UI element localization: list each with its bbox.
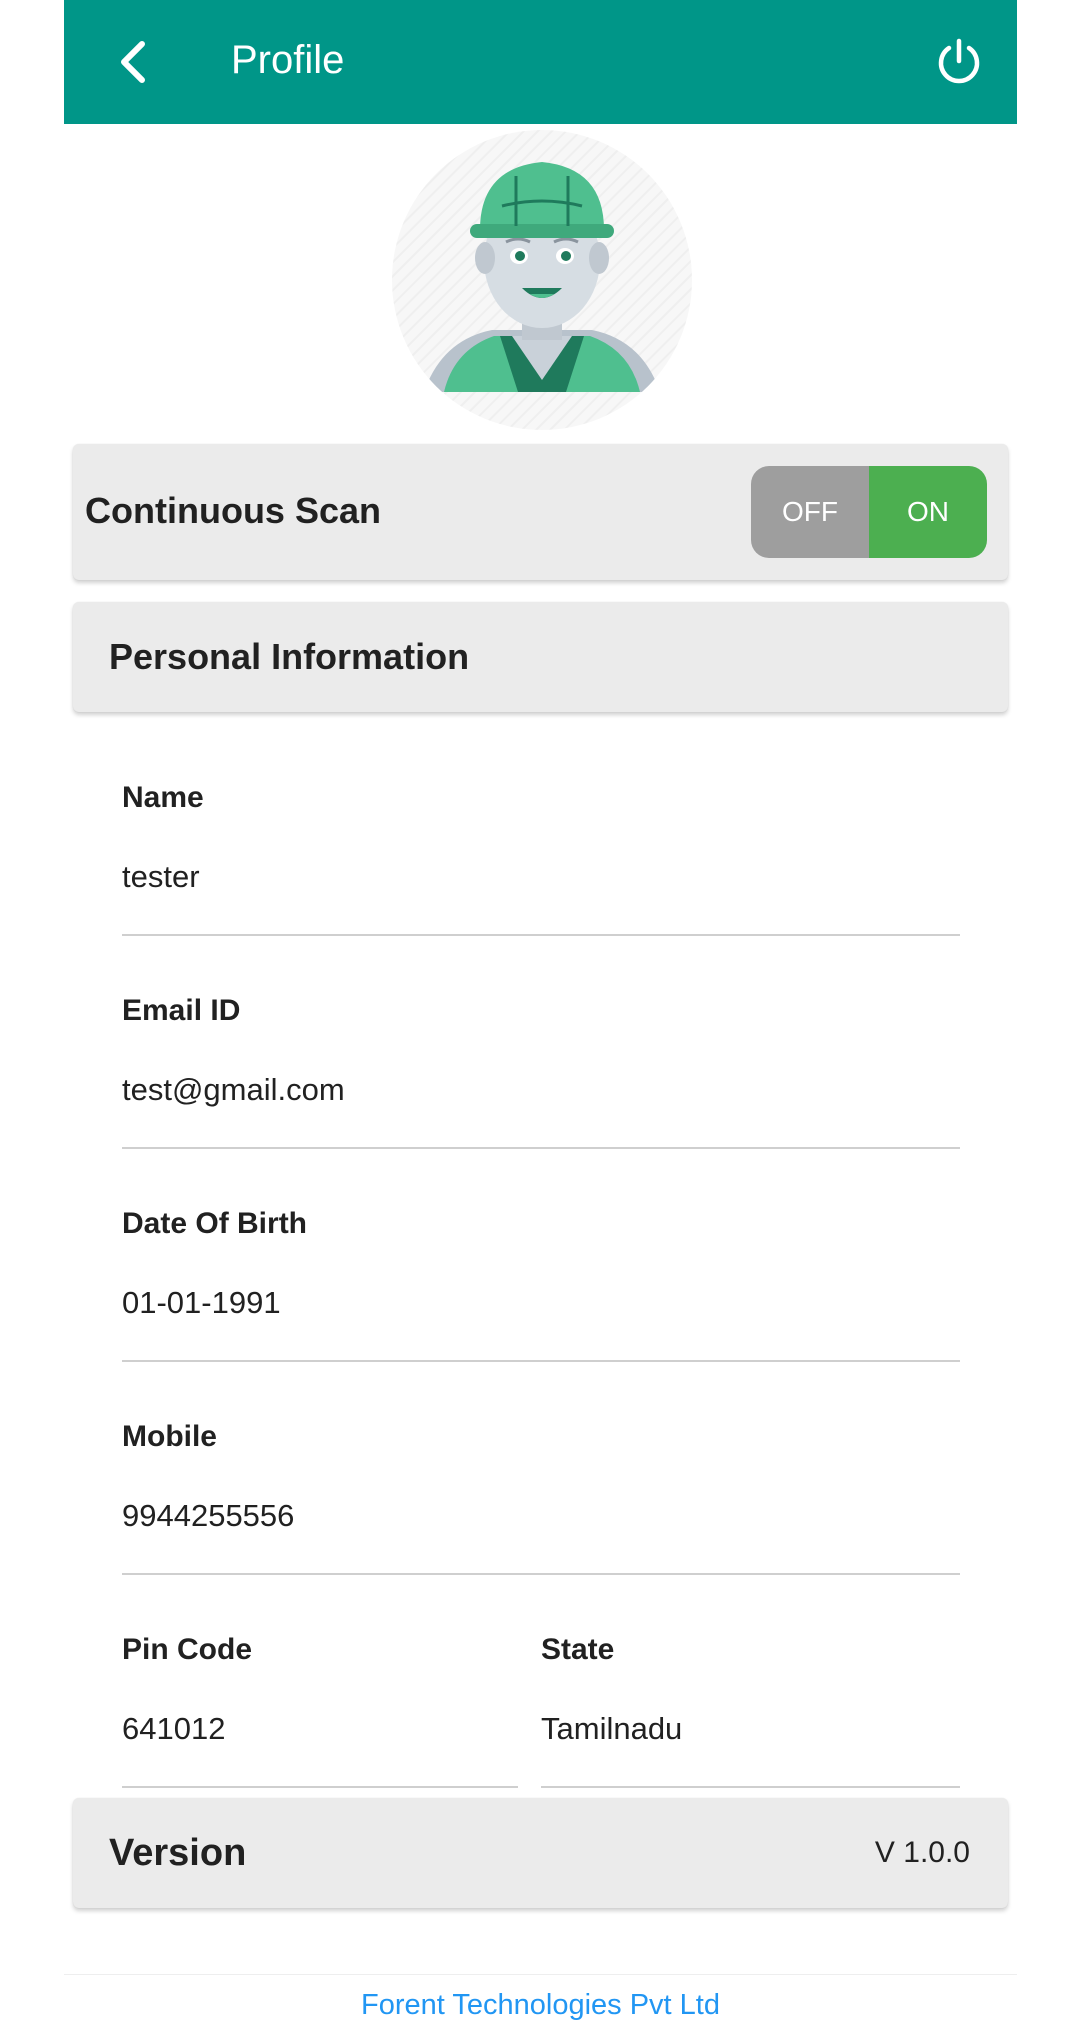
power-icon: [938, 38, 980, 84]
field-value: 9944255556: [122, 1498, 295, 1533]
version-label: Version: [109, 1832, 247, 1874]
version-value: V 1.0.0: [874, 1836, 970, 1869]
personal-information-header: Personal Information: [73, 602, 1008, 712]
field-label: Mobile: [122, 1420, 217, 1453]
continuous-scan-toggle[interactable]: OFF ON: [751, 466, 987, 558]
date-of-birth-field: Date Of Birth 01-01-1991: [122, 1206, 960, 1362]
field-label: Email ID: [122, 994, 241, 1027]
field-value: 641012: [122, 1711, 226, 1746]
chevron-left-icon: [121, 41, 145, 83]
field-value: tester: [122, 859, 200, 894]
app-header: Profile: [64, 0, 1017, 124]
continuous-scan-label: Continuous Scan: [85, 490, 381, 531]
page-title: Profile: [231, 38, 345, 82]
field-value: Tamilnadu: [541, 1711, 683, 1746]
back-button[interactable]: [104, 32, 164, 92]
mobile-field: Mobile 9944255556: [122, 1419, 960, 1575]
logout-button[interactable]: [927, 30, 991, 94]
email-field: Email ID test@gmail.com: [122, 993, 960, 1149]
field-label: Name: [122, 781, 204, 814]
field-value: 01-01-1991: [122, 1285, 281, 1320]
field-value: test@gmail.com: [122, 1072, 345, 1107]
company-link[interactable]: Forent Technologies Pvt Ltd: [361, 1989, 720, 2022]
name-field: Name tester: [122, 780, 960, 936]
footer: Forent Technologies Pvt Ltd: [64, 1974, 1017, 2034]
state-field: State Tamilnadu: [541, 1632, 960, 1788]
profile-screen: Profile Continuous Scan OFF ON Personal …: [64, 0, 1017, 2034]
toggle-on-option[interactable]: ON: [869, 466, 987, 558]
toggle-off-option[interactable]: OFF: [751, 466, 869, 558]
section-title: Personal Information: [109, 636, 470, 677]
field-label: Pin Code: [122, 1633, 253, 1666]
continuous-scan-card: Continuous Scan OFF ON: [73, 444, 1008, 580]
worker-avatar-icon: [392, 130, 692, 430]
field-label: State: [541, 1633, 615, 1666]
version-card: Version V 1.0.0: [73, 1798, 1008, 1908]
avatar: [382, 130, 702, 430]
field-label: Date Of Birth: [122, 1207, 308, 1240]
pin-code-field: Pin Code 641012: [122, 1632, 518, 1788]
